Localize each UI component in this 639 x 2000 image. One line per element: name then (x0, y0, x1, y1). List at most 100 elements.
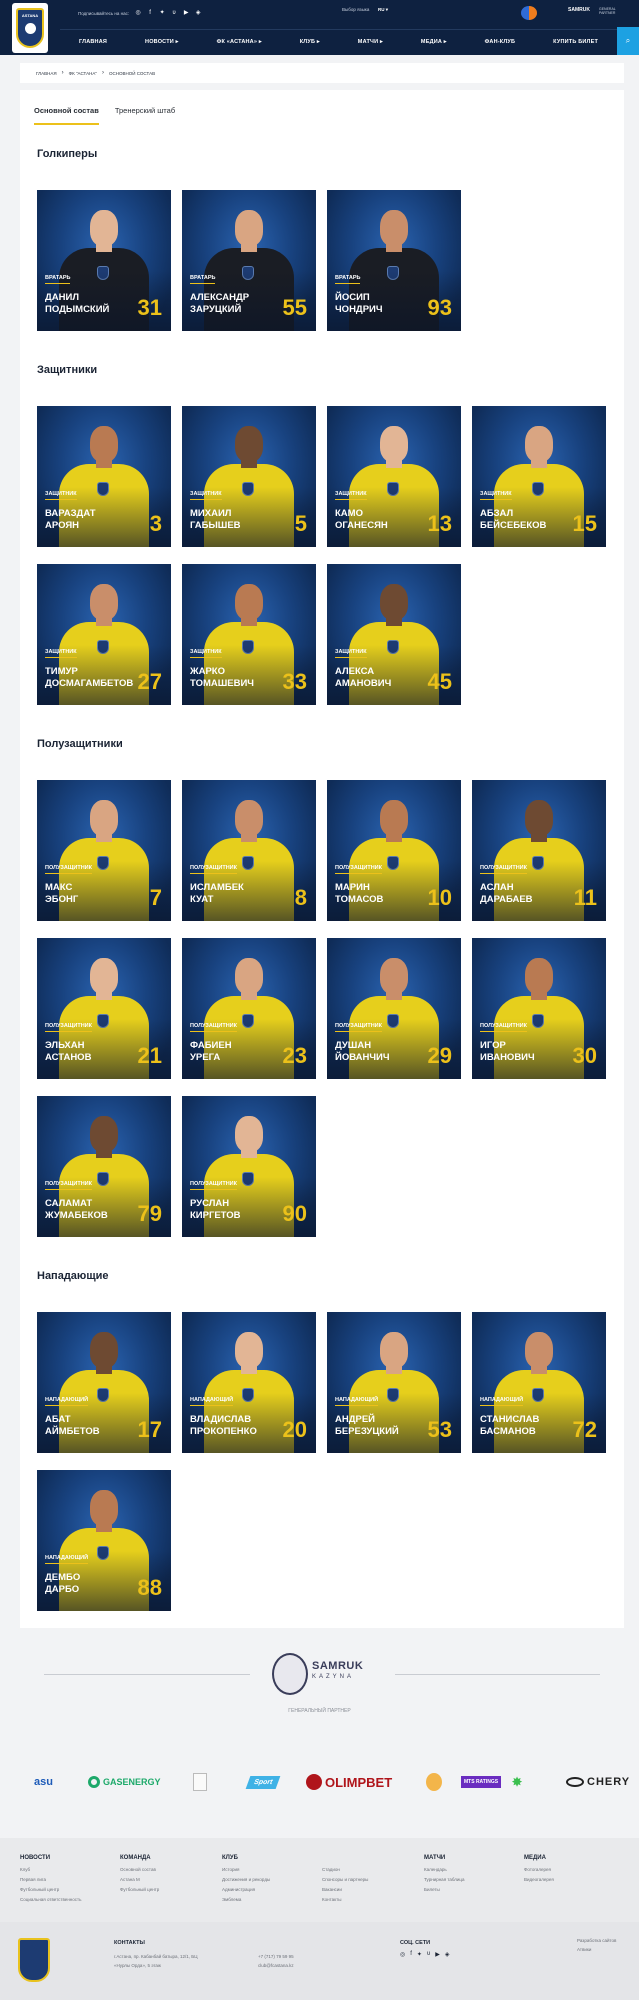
language-select[interactable]: RU ▾ (378, 7, 388, 13)
tab-main-squad[interactable]: Основной состав (34, 106, 99, 125)
player-card[interactable]: ПОЛУЗАЩИТНИК ИГОР ИВАНОВИЧ 30 (472, 938, 606, 1079)
player-card[interactable]: ПОЛУЗАЩИТНИК АСЛАН ДАРАБАЕВ 11 (472, 780, 606, 921)
player-card[interactable]: ПОЛУЗАЩИТНИК МАРИН ТОМАСОВ 10 (327, 780, 461, 921)
footer-link[interactable]: Стадион (322, 1867, 422, 1872)
footer-link[interactable]: Клуб (20, 1867, 120, 1872)
player-card[interactable]: ЗАЩИТНИК АБЗАЛ БЕЙСЕБЕКОВ 15 (472, 406, 606, 547)
player-card[interactable]: ЗАЩИТНИК МИХАИЛ ГАБЫШЕВ 5 (182, 406, 316, 547)
footer-link[interactable]: Астана М (120, 1877, 220, 1882)
player-card[interactable]: ПОЛУЗАЩИТНИК ЭЛЬХАН АСТАНОВ 21 (37, 938, 171, 1079)
player-photo-head (235, 426, 263, 462)
player-card[interactable]: ВРАТАРЬ АЛЕКСАНДР ЗАРУЦКИЙ 55 (182, 190, 316, 331)
club-logo[interactable]: ASTANA (12, 3, 48, 53)
footer-link[interactable]: Администрация (222, 1887, 322, 1892)
footer-link[interactable]: Турнирная таблица (424, 1877, 524, 1882)
player-card[interactable]: НАПАДАЮЩИЙ СТАНИСЛАВ БАСМАНОВ 72 (472, 1312, 606, 1453)
chevron-right-icon: › (102, 70, 104, 76)
player-card[interactable]: ПОЛУЗАЩИТНИК РУСЛАН КИРГЕТОВ 90 (182, 1096, 316, 1237)
partner-chery[interactable]: CHERY (566, 1770, 630, 1794)
footer-link[interactable]: Спонсоры и партнеры (322, 1877, 422, 1882)
instagram-icon[interactable]: ◎ (400, 1951, 405, 1958)
twitter-icon[interactable]: ✦ (159, 10, 165, 16)
footer-link[interactable]: Социальная ответственность (20, 1897, 120, 1902)
player-number: 79 (137, 1201, 162, 1226)
telegram-icon[interactable]: ◈ (445, 1951, 450, 1958)
player-card[interactable]: ПОЛУЗАЩИТНИК ДУШАН ЙОВАНЧИЧ 29 (327, 938, 461, 1079)
general-partner-name[interactable]: SAMRUK (312, 1660, 363, 1672)
player-card[interactable]: ПОЛУЗАЩИТНИК ФАБИЕН УРЕГА 23 (182, 938, 316, 1079)
player-card[interactable]: НАПАДАЮЩИЙ ДЕМБО ДАРБО 88 (37, 1470, 171, 1611)
partner-gasenergy[interactable]: GASENERGY (88, 1770, 161, 1794)
vk-icon[interactable]: ʋ (171, 10, 177, 16)
footer-link[interactable]: Вакансии (322, 1887, 422, 1892)
nav-news[interactable]: НОВОСТИ ▸ (145, 39, 179, 45)
nav-news-label: НОВОСТИ (145, 38, 174, 45)
nav-home[interactable]: ГЛАВНАЯ (79, 39, 107, 45)
player-card[interactable]: ВРАТАРЬ ЙОСИП ЧОНДРИЧ 93 (327, 190, 461, 331)
partner-mts[interactable]: MTS RATINGS (461, 1770, 502, 1794)
breadcrumb-club[interactable]: ФК "АСТАНА" (69, 71, 97, 76)
email-link[interactable]: club@fcastana.kz (258, 1963, 294, 1968)
partner-asu[interactable]: asu (34, 1770, 53, 1794)
nav-matches[interactable]: МАТЧИ ▸ (358, 39, 383, 45)
nav-fc-astana[interactable]: ФК «АСТАНА» ▸ (217, 39, 262, 45)
youtube-icon[interactable]: ▶ (435, 1951, 440, 1958)
footer-link[interactable]: Футбольный центр (20, 1887, 120, 1892)
twitter-icon[interactable]: ✦ (417, 1951, 422, 1958)
footer-link[interactable]: Билеты (424, 1887, 524, 1892)
player-card[interactable]: ЗАЩИТНИК АЛЕКСА АМАНОВИЧ 45 (327, 564, 461, 705)
player-card[interactable]: ЗАЩИТНИК КАМО ОГАНЕСЯН 13 (327, 406, 461, 547)
phone-link[interactable]: +7 (717) 79 59 95 (258, 1954, 294, 1959)
partner-logo-3[interactable] (193, 1770, 207, 1794)
fan-app-icon[interactable] (521, 6, 537, 20)
player-card[interactable]: ВРАТАРЬ ДАНИЛ ПОДЫМСКИЙ 31 (37, 190, 171, 331)
footer-link[interactable]: Основной состав (120, 1867, 220, 1872)
partner-olimpbet[interactable]: OLIMPBET (306, 1770, 392, 1794)
nav-media[interactable]: МЕДИА ▸ (421, 39, 447, 45)
nav-fan-club[interactable]: ФАН-КЛУБ (485, 39, 516, 45)
footer-link[interactable]: Фотогалерея (524, 1867, 624, 1872)
search-icon[interactable]: ⌕ (617, 27, 639, 55)
partner-sport[interactable]: Sport (245, 1770, 281, 1794)
player-name: АБАТ АЙМБЕТОВ (45, 1414, 100, 1437)
player-card[interactable]: НАПАДАЮЩИЙ ВЛАДИСЛАВ ПРОКОПЕНКО 20 (182, 1312, 316, 1453)
player-card[interactable]: ПОЛУЗАЩИТНИК САЛАМАТ ЖУМАБЕКОВ 79 (37, 1096, 171, 1237)
partner-logo-6[interactable] (426, 1770, 442, 1794)
telegram-icon[interactable]: ◈ (195, 10, 201, 16)
player-card[interactable]: ЗАЩИТНИК ЖАРКО ТОМАШЕВИЧ 33 (182, 564, 316, 705)
footer-link[interactable]: Эмблема (222, 1897, 322, 1902)
nav-buy-ticket[interactable]: КУПИТЬ БИЛЕТ (553, 39, 598, 45)
footer-link[interactable]: Контакты (322, 1897, 422, 1902)
nav-club[interactable]: КЛУБ ▸ (300, 39, 320, 45)
breadcrumb-home[interactable]: ГЛАВНАЯ (36, 71, 57, 76)
footer-developer[interactable]: Разработка сайтов Атвики (577, 1936, 616, 1954)
player-card[interactable]: ЗАЩИТНИК ВАРАЗДАТ АРОЯН 3 (37, 406, 171, 547)
footer-club-crest-icon[interactable] (18, 1938, 50, 1982)
footer-link[interactable]: Видеогалерея (524, 1877, 624, 1882)
player-photo-head (90, 210, 118, 246)
player-first-name: САЛАМАТ (45, 1198, 93, 1209)
samruk-emblem-icon[interactable] (272, 1653, 308, 1695)
instagram-icon[interactable]: ◎ (135, 10, 141, 16)
youtube-icon[interactable]: ▶ (183, 10, 189, 16)
facebook-icon[interactable]: f (410, 1951, 412, 1958)
player-position: ПОЛУЗАЩИТНИК (480, 865, 527, 874)
tab-coaching-staff[interactable]: Тренерский штаб (115, 106, 175, 125)
player-card[interactable]: НАПАДАЮЩИЙ АБАТ АЙМБЕТОВ 17 (37, 1312, 171, 1453)
player-number: 23 (282, 1043, 307, 1068)
player-position: ЗАЩИТНИК (45, 649, 77, 658)
vk-icon[interactable]: ʋ (427, 1951, 430, 1958)
player-card[interactable]: ЗАЩИТНИК ТИМУР ДОСМАГАМБЕТОВ 27 (37, 564, 171, 705)
player-card[interactable]: ПОЛУЗАЩИТНИК МАКС ЭБОНГ 7 (37, 780, 171, 921)
footer-link[interactable]: История (222, 1867, 322, 1872)
player-last-name: ДАРБО (45, 1583, 80, 1595)
player-card[interactable]: НАПАДАЮЩИЙ АНДРЕЙ БЕРЕЗУЦКИЙ 53 (327, 1312, 461, 1453)
partner-logo[interactable]: SAMRUK (568, 7, 590, 13)
facebook-icon[interactable]: f (147, 10, 153, 16)
footer-link[interactable]: Футбольный центр (120, 1887, 220, 1892)
footer-link[interactable]: Календарь (424, 1867, 524, 1872)
player-card[interactable]: ПОЛУЗАЩИТНИК ИСЛАМБЕК КУАТ 8 (182, 780, 316, 921)
footer-link[interactable]: Первая лига (20, 1877, 120, 1882)
footer-link[interactable]: Достижения и рекорды (222, 1877, 322, 1882)
partner-logo-8[interactable]: ✸ (512, 1770, 522, 1794)
